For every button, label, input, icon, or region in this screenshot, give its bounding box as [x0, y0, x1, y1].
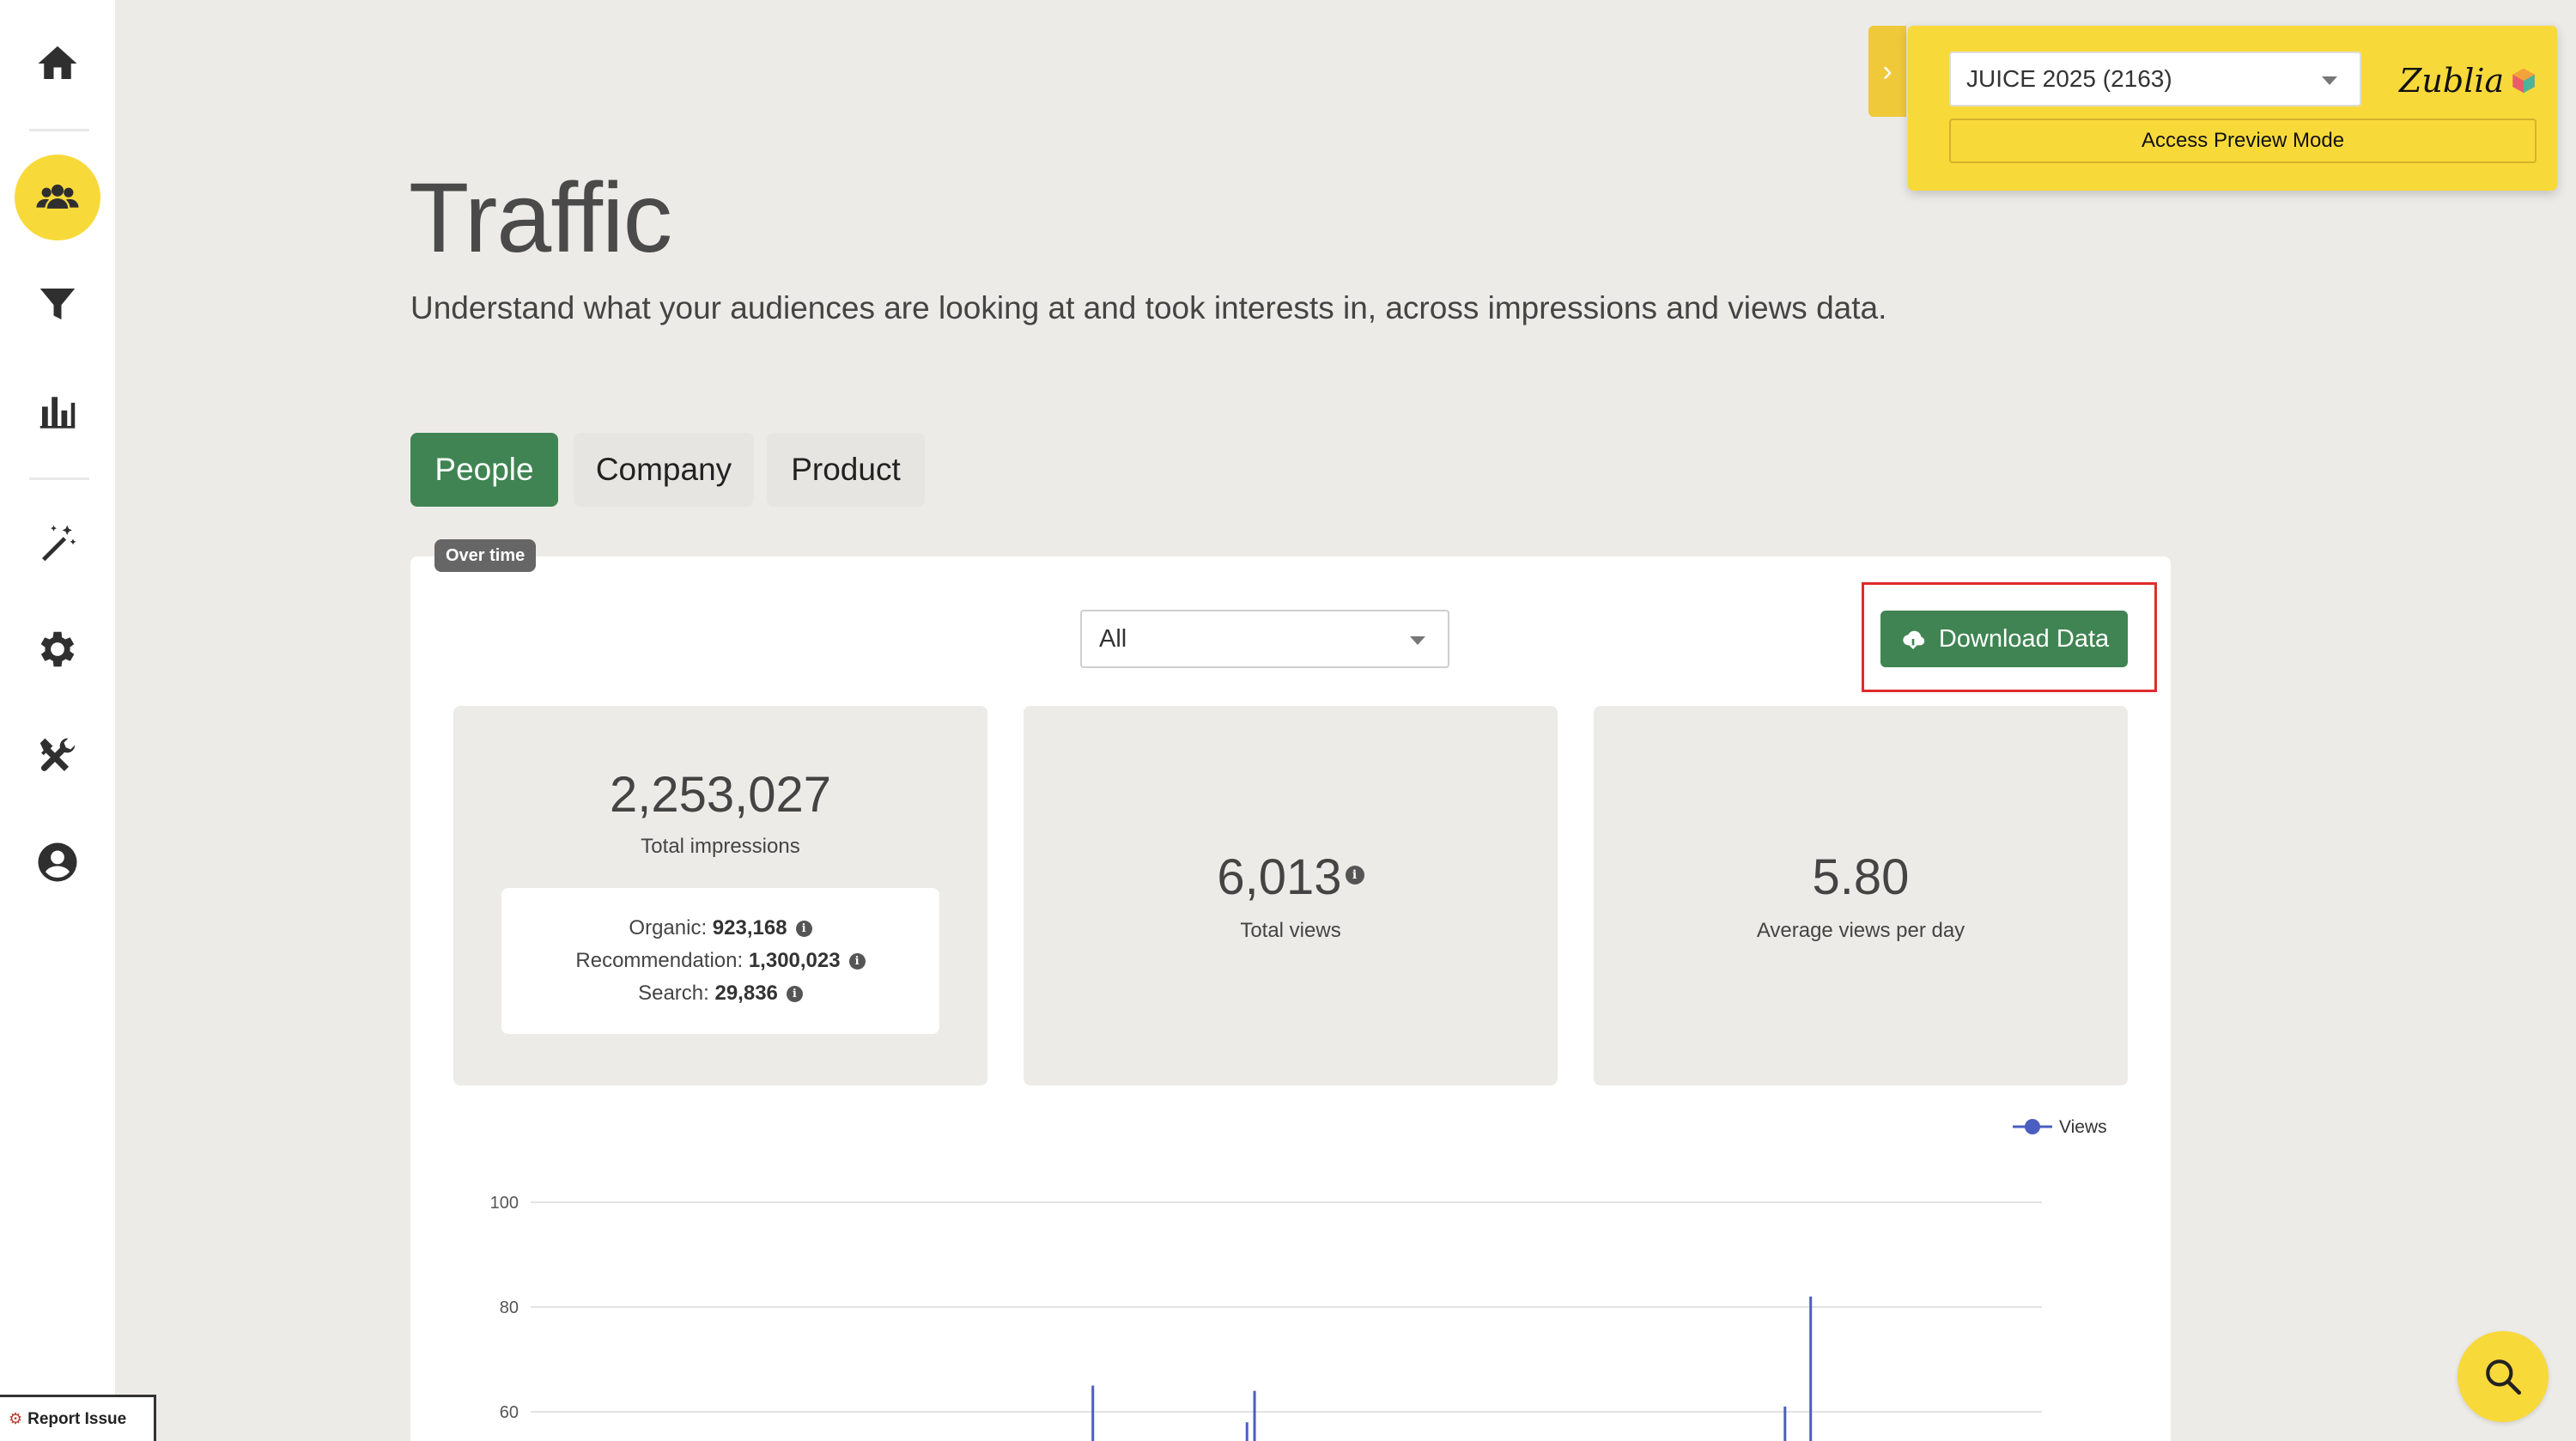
info-icon[interactable]: i [848, 953, 866, 970]
brand-logo: Zublia [2399, 55, 2538, 106]
sidebar-item-tools[interactable] [15, 713, 100, 799]
brand-name: Zublia [2399, 62, 2505, 100]
impressions-card: 2,253,027 Total impressions Organic: 923… [453, 706, 987, 1085]
breakdown-recommendation-label: Recommendation: [575, 949, 744, 972]
chevron-down-icon [2322, 76, 2337, 85]
views-card: 6,013 i Total views [1024, 706, 1558, 1085]
floating-search-button[interactable] [2458, 1331, 2549, 1422]
y-tick-label: 60 [500, 1403, 519, 1422]
chevron-down-icon [1410, 636, 1425, 645]
filter-select-value: All [1099, 624, 1127, 653]
filter-icon [39, 289, 76, 319]
info-icon[interactable]: i [795, 921, 812, 938]
audience-filter-select[interactable]: All [1080, 610, 1449, 668]
tab-people[interactable]: People [410, 433, 558, 507]
breakdown-search: Search: 29,836 i [501, 977, 939, 1010]
bug-icon: ⚙ [9, 1410, 23, 1427]
info-icon[interactable]: i [1345, 866, 1364, 885]
y-tick-label: 80 [500, 1298, 519, 1317]
legend-label[interactable]: Views [2059, 1117, 2107, 1137]
org-select[interactable]: JUICE 2025 (2163) [1949, 52, 2361, 106]
breakdown-search-label: Search: [638, 982, 709, 1005]
breakdown-search-value: 29,836 [714, 982, 778, 1005]
sidebar-divider [29, 129, 89, 131]
tools-icon [39, 738, 76, 771]
sidebar-item-audience[interactable] [15, 155, 100, 240]
y-tick-label: 100 [490, 1194, 519, 1213]
sidebar-item-analytics[interactable] [15, 368, 100, 453]
download-data-button[interactable]: Download Data [1880, 611, 2128, 667]
breakdown-organic-value: 923,168 [712, 916, 787, 939]
tab-product[interactable]: Product [767, 433, 925, 507]
sidebar-divider [29, 477, 89, 480]
sidebar-item-filter[interactable] [15, 261, 100, 347]
preview-panel-toggle[interactable]: › [1868, 26, 1906, 117]
views-chart: 60 80 100 Views [410, 1108, 2171, 1441]
cloud-download-icon [1903, 630, 1925, 649]
total-views-value: 6,013 [1217, 849, 1342, 905]
report-issue-label: Report Issue [27, 1409, 127, 1428]
search-icon [2486, 1359, 2522, 1395]
org-select-value: JUICE 2025 (2163) [1966, 65, 2172, 92]
average-views-label: Average views per day [1756, 919, 1965, 942]
user-circle-icon [38, 842, 77, 882]
total-impressions-label: Total impressions [641, 835, 800, 858]
total-views-row: 6,013 i [1024, 848, 1558, 906]
access-preview-mode-button[interactable]: Access Preview Mode [1949, 119, 2537, 163]
views-chart-svg: 60 80 100 Views [490, 1117, 2107, 1441]
breakdown-recommendation: Recommendation: 1,300,023 i [501, 945, 939, 977]
gear-icon [40, 631, 75, 667]
breakdown-recommendation-value: 1,300,023 [748, 949, 841, 972]
legend-swatch-dot [2025, 1119, 2040, 1134]
page-subtitle: Understand what your audiences are looki… [410, 290, 1887, 325]
download-data-label: Download Data [1938, 624, 2110, 653]
over-time-badge: Over time [434, 539, 537, 572]
breakdown-organic-label: Organic: [629, 916, 708, 939]
breakdown-organic: Organic: 923,168 i [501, 912, 939, 945]
magic-wand-icon [42, 525, 76, 562]
average-views-value: 5.80 [1812, 849, 1910, 905]
sidebar [0, 0, 115, 1441]
home-icon [38, 46, 77, 79]
bar-chart-icon [39, 397, 76, 429]
total-views-label: Total views [1240, 919, 1341, 942]
info-icon[interactable]: i [786, 986, 803, 1003]
impressions-breakdown: Organic: 923,168 i Recommendation: 1,300,… [501, 888, 939, 1034]
sidebar-item-magic[interactable] [15, 500, 100, 586]
preview-panel: JUICE 2025 (2163) Zublia Access Preview … [1908, 26, 2557, 191]
brand-mark-icon [2512, 68, 2535, 94]
average-views-card: 5.80 Average views per day [1594, 706, 2128, 1085]
report-issue-button[interactable]: ⚙ Report Issue [0, 1395, 156, 1441]
sidebar-item-home[interactable] [15, 21, 100, 106]
page-title: Traffic [409, 163, 672, 273]
tab-company[interactable]: Company [574, 433, 754, 507]
total-impressions-value: 2,253,027 [609, 767, 832, 823]
audience-icon [36, 184, 79, 209]
sidebar-item-account[interactable] [15, 819, 100, 905]
sidebar-item-settings[interactable] [15, 606, 100, 692]
